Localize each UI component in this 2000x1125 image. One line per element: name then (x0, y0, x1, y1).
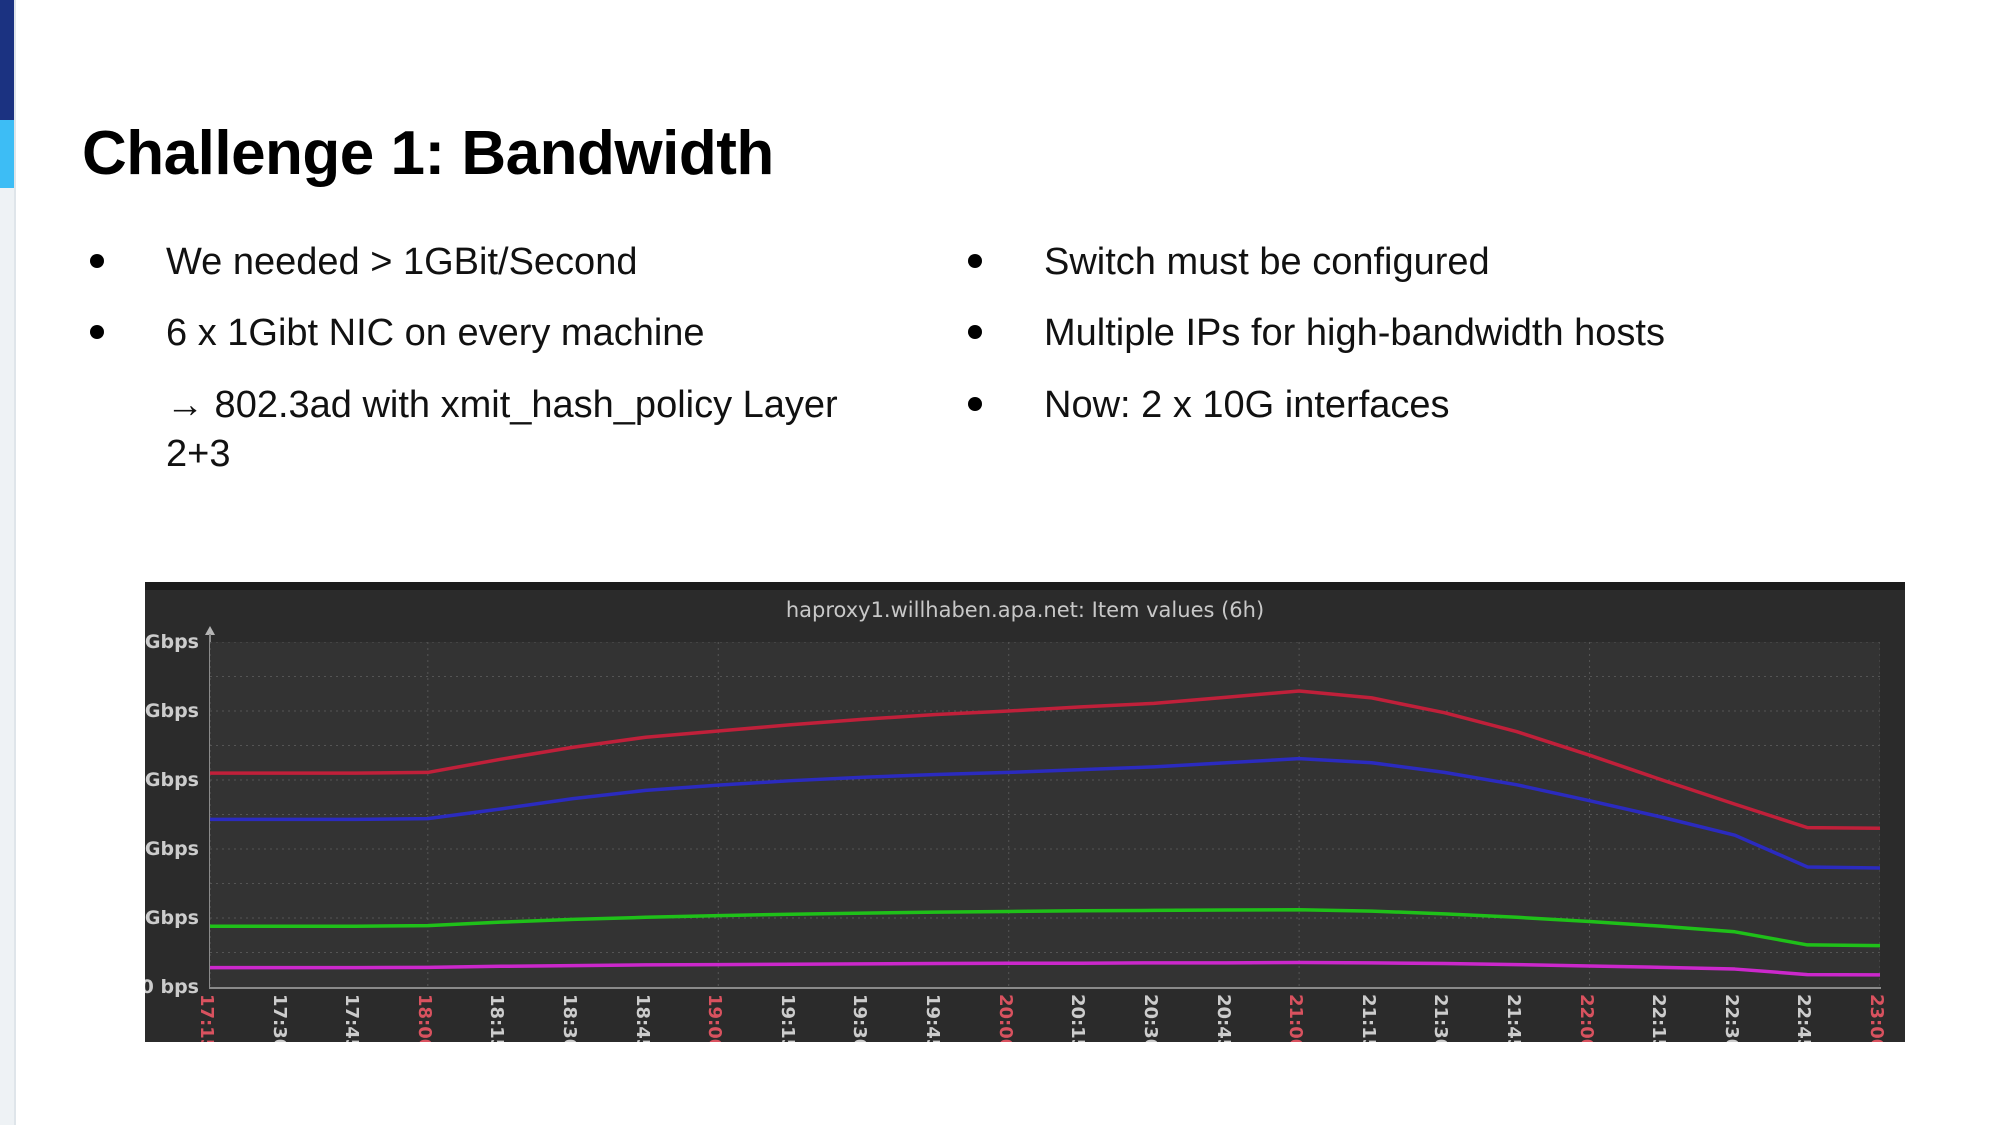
accent-bar-gray (0, 188, 14, 1125)
y-tick-label: 0.4 Gbps (145, 838, 199, 860)
x-tick-label: 17:15 (196, 994, 217, 1042)
x-tick-label: 20:00 (994, 994, 1016, 1042)
y-tick-label: 1.0 Gbps (145, 631, 199, 653)
bullet-dot-icon (968, 325, 982, 340)
x-tick-label: 19:30 (849, 994, 871, 1042)
y-tick-label: 0 bps (145, 976, 199, 998)
x-tick-label: 21:45 (1502, 994, 1524, 1042)
bullet-column-right: Switch must be configured Multiple IPs fo… (968, 238, 1788, 452)
bullet-column-left: We needed > 1GBit/Second 6 x 1Gibt NIC on… (90, 238, 960, 496)
x-tick-label: 21:15 (1357, 994, 1379, 1042)
bullet-label: Switch must be configured (1044, 241, 1490, 283)
x-tick-label: 18:30 (559, 994, 581, 1042)
x-tick-label: 18:00 (413, 994, 435, 1042)
chart-plot-area (210, 642, 1880, 987)
bullet-dot-icon (968, 396, 982, 411)
bullet-item-right-0: Switch must be configured (968, 238, 1788, 287)
x-tick-label: 17:45 (341, 994, 363, 1042)
x-tick-label: 21:00 (1285, 994, 1307, 1042)
x-tick-label: 19:15 (776, 994, 798, 1042)
x-tick-label: 17:30 (268, 994, 290, 1042)
accent-bar-cyan (0, 120, 14, 188)
accent-bar-navy (0, 0, 14, 120)
x-tick-label: 23:00 (1866, 994, 1887, 1042)
bullet-dot-icon (90, 254, 104, 268)
bullet-item-left-0: We needed > 1GBit/Second (90, 238, 960, 287)
bullet-label: Now: 2 x 10G interfaces (1044, 383, 1450, 426)
edge-divider (14, 0, 16, 1125)
bullet-label: We needed > 1GBit/Second (166, 241, 638, 283)
bullet-dot-icon (90, 325, 104, 340)
x-tick-label: 20:45 (1212, 994, 1234, 1042)
y-tick-label: 0.6 Gbps (145, 769, 199, 791)
x-axis-line (209, 987, 1881, 989)
x-tick-label: 18:15 (486, 994, 508, 1042)
chart-title: haproxy1.willhaben.apa.net: Item values … (785, 598, 1265, 622)
chart-line-series-red (210, 691, 1880, 828)
x-tick-label: 19:45 (922, 994, 944, 1042)
bullet-dot-icon (968, 254, 982, 268)
bullet-item-right-2: Now: 2 x 10G interfaces (968, 381, 1788, 430)
x-tick-label: 19:00 (704, 994, 726, 1042)
chart-top-strip (145, 582, 1905, 590)
chart-line-series-blue (210, 759, 1880, 868)
x-tick-label: 22:45 (1793, 994, 1815, 1042)
sub-bullet-label: → 802.3ad with xmit_hash_policy Layer 2+… (166, 383, 838, 476)
x-tick-label: 20:15 (1067, 994, 1089, 1042)
slide: Challenge 1: Bandwidth We needed > 1GBit… (0, 0, 2000, 1125)
bandwidth-chart[interactable]: haproxy1.willhaben.apa.net: Item values … (145, 582, 1905, 1042)
sub-bullet-item-left-2: → 802.3ad with xmit_hash_policy Layer 2+… (166, 381, 960, 480)
chart-line-series-magenta (210, 963, 1880, 975)
bullet-item-right-1: Multiple IPs for high-bandwidth hosts (968, 309, 1788, 358)
x-tick-label: 22:00 (1575, 994, 1597, 1042)
x-tick-label: 21:30 (1430, 994, 1452, 1042)
x-tick-label: 22:30 (1720, 994, 1742, 1042)
page-title: Challenge 1: Bandwidth (82, 119, 774, 188)
y-tick-label: 0.2 Gbps (145, 907, 199, 929)
x-tick-label: 20:30 (1139, 994, 1161, 1042)
bullet-item-left-1: 6 x 1Gibt NIC on every machine (90, 309, 960, 358)
x-tick-label: 18:45 (631, 994, 653, 1042)
chart-line-series-green (210, 910, 1880, 946)
y-tick-label: 0.8 Gbps (145, 700, 199, 722)
bullet-label: 6 x 1Gibt NIC on every machine (166, 312, 705, 355)
chart-lines-svg (210, 642, 1880, 987)
x-tick-label: 22:15 (1648, 994, 1670, 1042)
bullet-label: Multiple IPs for high-bandwidth hosts (1044, 312, 1665, 355)
